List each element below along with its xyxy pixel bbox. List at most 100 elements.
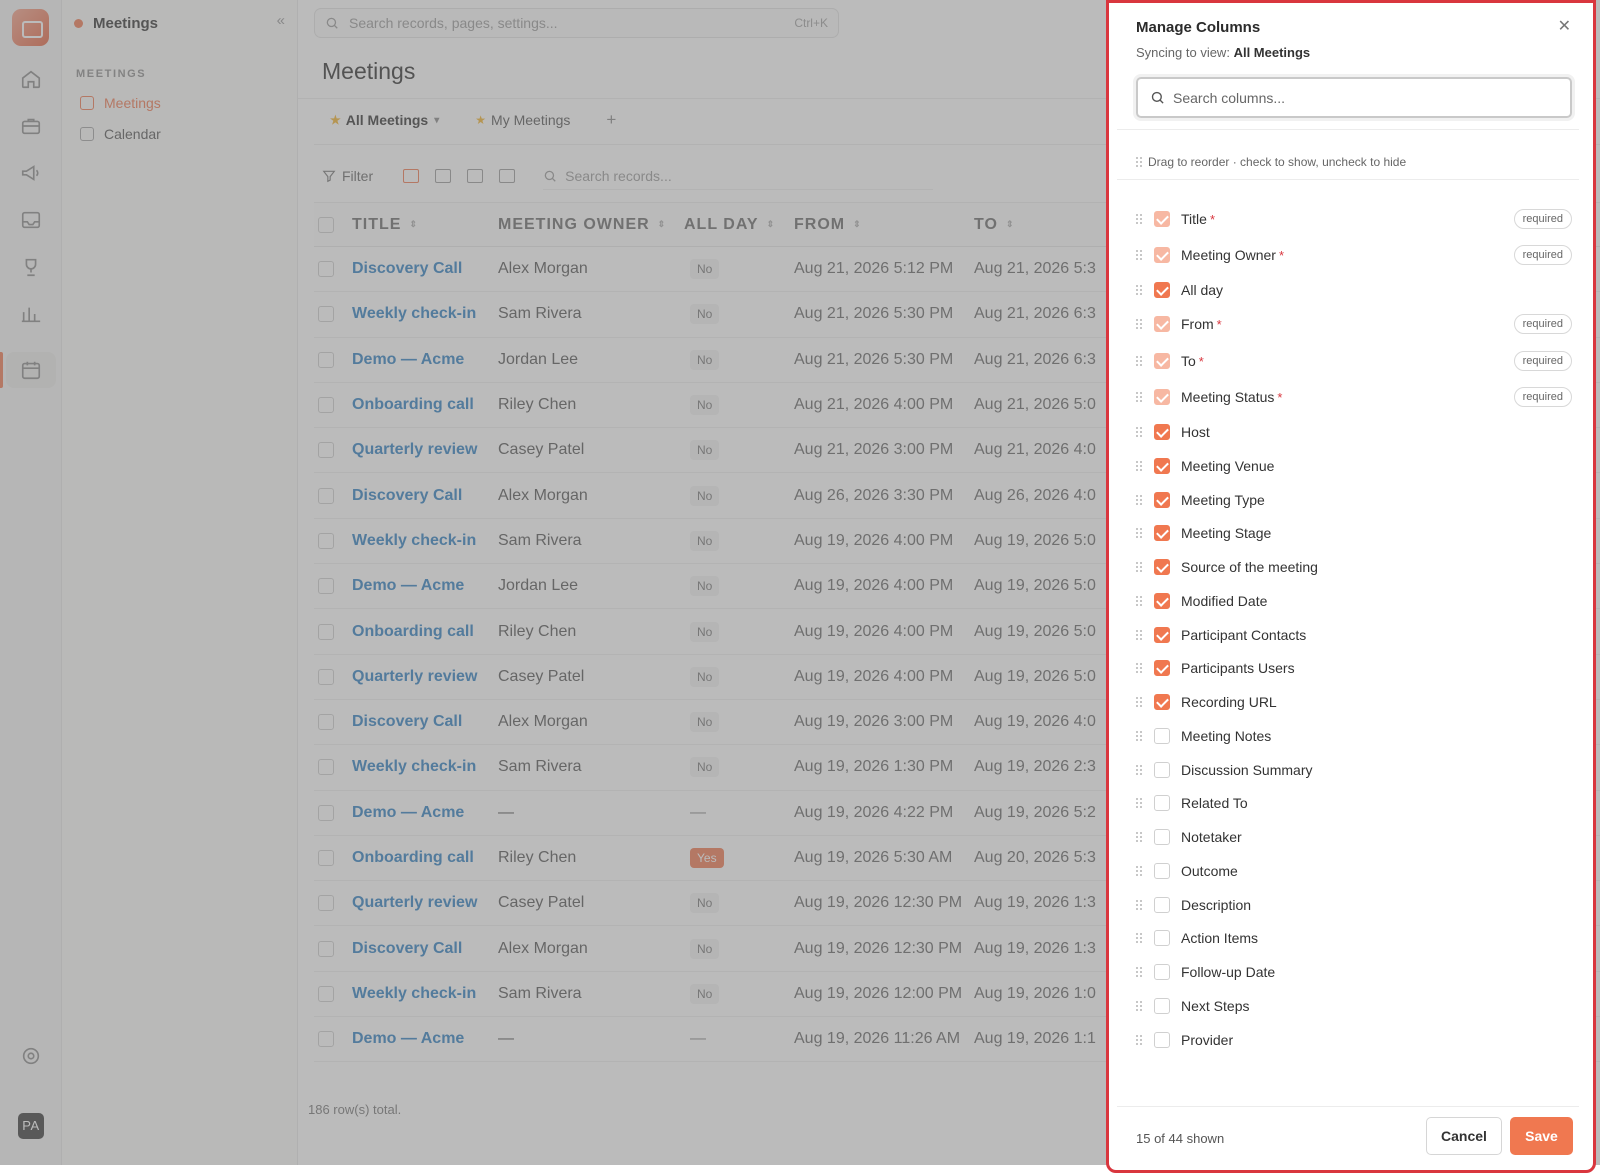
- column-option[interactable]: Provider: [1136, 1027, 1572, 1053]
- column-option[interactable]: Meeting Owner * required: [1136, 242, 1572, 268]
- column-checkbox[interactable]: [1154, 525, 1170, 541]
- drag-handle-icon[interactable]: [1136, 596, 1142, 606]
- column-search[interactable]: [1136, 77, 1572, 118]
- column-search-input[interactable]: [1173, 89, 1553, 106]
- column-checkbox[interactable]: [1154, 829, 1170, 845]
- column-option[interactable]: Next Steps: [1136, 993, 1572, 1019]
- column-label: Provider: [1181, 1032, 1234, 1048]
- column-label: Notetaker: [1181, 829, 1242, 845]
- sync-view-name: All Meetings: [1233, 45, 1311, 60]
- column-checkbox[interactable]: [1154, 627, 1170, 643]
- manage-columns-drawer: Manage Columns Syncing to view: All Meet…: [1106, 0, 1596, 1173]
- required-asterisk: *: [1198, 353, 1204, 369]
- column-option[interactable]: Recording URL: [1136, 689, 1572, 715]
- drag-handle-icon[interactable]: [1136, 1001, 1142, 1011]
- drag-handle-icon[interactable]: [1136, 528, 1142, 538]
- column-checkbox[interactable]: [1154, 897, 1170, 913]
- reorder-hint: Drag to reorder · check to show, uncheck…: [1136, 155, 1406, 169]
- column-checkbox[interactable]: [1154, 660, 1170, 676]
- column-checkbox[interactable]: [1154, 728, 1170, 744]
- column-option[interactable]: Description: [1136, 892, 1572, 918]
- column-option[interactable]: From * required: [1136, 311, 1572, 337]
- column-checkbox[interactable]: [1154, 964, 1170, 980]
- cancel-button[interactable]: Cancel: [1426, 1117, 1502, 1155]
- drag-handle-icon[interactable]: [1136, 663, 1142, 673]
- column-option[interactable]: Meeting Notes: [1136, 723, 1572, 749]
- column-label: Title: [1181, 211, 1207, 227]
- column-option[interactable]: Related To: [1136, 790, 1572, 816]
- drag-handle-icon[interactable]: [1136, 697, 1142, 707]
- drag-handle-icon[interactable]: [1136, 1035, 1142, 1045]
- sync-prefix: Syncing to view:: [1136, 45, 1230, 60]
- column-checkbox[interactable]: [1154, 930, 1170, 946]
- drag-handle-icon[interactable]: [1136, 427, 1142, 437]
- column-checkbox[interactable]: [1154, 282, 1170, 298]
- column-label: Participants Users: [1181, 660, 1295, 676]
- column-checkbox[interactable]: [1154, 211, 1170, 227]
- drag-handle-icon[interactable]: [1136, 900, 1142, 910]
- column-checkbox[interactable]: [1154, 1032, 1170, 1048]
- column-label: Follow-up Date: [1181, 964, 1276, 980]
- column-checkbox[interactable]: [1154, 559, 1170, 575]
- column-label: Meeting Notes: [1181, 728, 1272, 744]
- drag-handle-icon[interactable]: [1136, 356, 1142, 366]
- drag-handle-icon[interactable]: [1136, 461, 1142, 471]
- drag-handle-icon[interactable]: [1136, 933, 1142, 943]
- required-asterisk: *: [1209, 211, 1215, 227]
- drag-handle-icon[interactable]: [1136, 967, 1142, 977]
- column-option[interactable]: Follow-up Date: [1136, 959, 1572, 985]
- drag-handle-icon[interactable]: [1136, 285, 1142, 295]
- drag-handle-icon[interactable]: [1136, 798, 1142, 808]
- column-label: Modified Date: [1181, 593, 1268, 609]
- search-icon: [1151, 91, 1164, 104]
- column-option[interactable]: Meeting Venue: [1136, 453, 1572, 479]
- column-option[interactable]: Meeting Type: [1136, 487, 1572, 513]
- drag-handle-icon[interactable]: [1136, 495, 1142, 505]
- column-checkbox[interactable]: [1154, 492, 1170, 508]
- column-option[interactable]: Title * required: [1136, 206, 1572, 232]
- column-option[interactable]: Discussion Summary: [1136, 757, 1572, 783]
- column-option[interactable]: Outcome: [1136, 858, 1572, 884]
- column-option[interactable]: Notetaker: [1136, 824, 1572, 850]
- column-option[interactable]: Meeting Status * required: [1136, 384, 1572, 410]
- divider: [1117, 1106, 1579, 1107]
- column-label: Next Steps: [1181, 998, 1250, 1014]
- column-checkbox[interactable]: [1154, 353, 1170, 369]
- column-checkbox[interactable]: [1154, 762, 1170, 778]
- column-checkbox[interactable]: [1154, 389, 1170, 405]
- drag-handle-icon[interactable]: [1136, 392, 1142, 402]
- drag-handle-icon[interactable]: [1136, 562, 1142, 572]
- column-option[interactable]: Modified Date: [1136, 588, 1572, 614]
- column-checkbox[interactable]: [1154, 316, 1170, 332]
- column-option[interactable]: Host: [1136, 419, 1572, 445]
- column-checkbox[interactable]: [1154, 424, 1170, 440]
- column-option[interactable]: Source of the meeting: [1136, 554, 1572, 580]
- drag-handle-icon[interactable]: [1136, 250, 1142, 260]
- column-checkbox[interactable]: [1154, 458, 1170, 474]
- column-checkbox[interactable]: [1154, 694, 1170, 710]
- drag-handle-icon[interactable]: [1136, 866, 1142, 876]
- column-label: Meeting Status: [1181, 389, 1275, 405]
- column-checkbox[interactable]: [1154, 863, 1170, 879]
- column-option[interactable]: Participants Users: [1136, 655, 1572, 681]
- column-option[interactable]: All day: [1136, 277, 1572, 303]
- column-checkbox[interactable]: [1154, 247, 1170, 263]
- drag-handle-icon[interactable]: [1136, 765, 1142, 775]
- drag-handle-icon[interactable]: [1136, 731, 1142, 741]
- column-option[interactable]: Meeting Stage: [1136, 520, 1572, 546]
- drag-handle-icon[interactable]: [1136, 214, 1142, 224]
- required-asterisk: *: [1216, 316, 1222, 332]
- save-button[interactable]: Save: [1510, 1117, 1573, 1155]
- column-label: Related To: [1181, 795, 1248, 811]
- column-option[interactable]: Action Items: [1136, 925, 1572, 951]
- column-checkbox[interactable]: [1154, 795, 1170, 811]
- column-option[interactable]: To * required: [1136, 348, 1572, 374]
- close-icon[interactable]: ✕: [1558, 16, 1571, 36]
- column-checkbox[interactable]: [1154, 593, 1170, 609]
- column-label: Meeting Venue: [1181, 458, 1275, 474]
- drag-handle-icon[interactable]: [1136, 630, 1142, 640]
- column-checkbox[interactable]: [1154, 998, 1170, 1014]
- drag-handle-icon[interactable]: [1136, 832, 1142, 842]
- drag-handle-icon[interactable]: [1136, 319, 1142, 329]
- column-option[interactable]: Participant Contacts: [1136, 622, 1572, 648]
